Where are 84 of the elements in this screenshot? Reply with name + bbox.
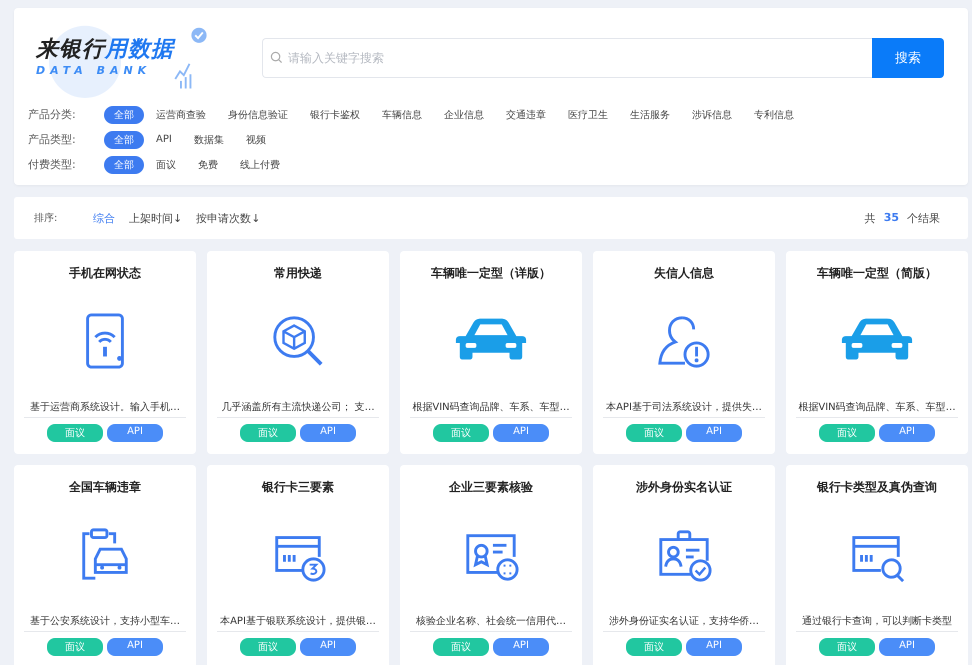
filter-option[interactable]: 全部 bbox=[104, 156, 144, 174]
card-title: 银行卡类型及真伪查询 bbox=[817, 479, 937, 496]
filter-option[interactable]: 交通违章 bbox=[506, 106, 546, 124]
filter-option[interactable]: 免费 bbox=[198, 156, 218, 174]
filter-option[interactable]: 运营商查验 bbox=[156, 106, 206, 124]
sort-option[interactable]: 上架时间↓ bbox=[126, 208, 186, 228]
card-tag: 面议 bbox=[433, 638, 489, 656]
filter-label: 产品类型: bbox=[28, 132, 77, 147]
card-title: 涉外身份实名认证 bbox=[636, 479, 732, 496]
result-prefix: 共 bbox=[864, 210, 876, 226]
filter-option[interactable]: 车辆信息 bbox=[382, 106, 422, 124]
card-title: 车辆唯一定型（简版） bbox=[817, 265, 937, 282]
filter-option[interactable]: 数据集 bbox=[194, 130, 224, 148]
card-tag: API bbox=[107, 638, 163, 656]
filter-label: 付费类型: bbox=[28, 157, 77, 172]
card-description: 根据VIN码查询品牌、车系、车型… bbox=[410, 400, 572, 418]
card-tag: API bbox=[493, 638, 549, 656]
card-tag: 面议 bbox=[47, 424, 103, 442]
card-tag: 面议 bbox=[626, 638, 682, 656]
card-tag: API bbox=[493, 424, 549, 442]
card-tag: 面议 bbox=[626, 424, 682, 442]
product-card[interactable]: 手机在网状态 基于运营商系统设计。输入手机… 面议 API bbox=[14, 251, 196, 454]
card-tag: API bbox=[300, 424, 356, 442]
card-title: 企业三要素核验 bbox=[449, 479, 533, 496]
product-card[interactable]: 车辆唯一定型（详版） 根据VIN码查询品牌、车系、车型… 面议 API bbox=[400, 251, 582, 454]
product-card[interactable]: 失信人信息 本API基于司法系统设计，提供失… 面议 API bbox=[593, 251, 775, 454]
filter-option[interactable]: 生活服务 bbox=[630, 106, 670, 124]
product-card[interactable]: 车辆唯一定型（简版） 根据VIN码查询品牌、车系、车型… 面议 API bbox=[786, 251, 968, 454]
filter-option[interactable]: 企业信息 bbox=[444, 106, 484, 124]
card-description: 基于公安系统设计，支持小型车… bbox=[24, 614, 186, 632]
card-tag: 面议 bbox=[47, 638, 103, 656]
product-card[interactable]: 银行卡类型及真伪查询 通过银行卡查询，可以判断卡类型 面议 API bbox=[786, 465, 968, 665]
card-description: 涉外身份证实名认证，支持华侨… bbox=[603, 614, 765, 632]
product-card[interactable]: 银行卡三要素 本API基于银联系统设计，提供银… 面议 API bbox=[207, 465, 389, 665]
filter-option[interactable]: 身份信息验证 bbox=[228, 106, 288, 124]
filter-label: 产品分类: bbox=[28, 107, 77, 122]
card-description: 本API基于银联系统设计，提供银… bbox=[217, 614, 379, 632]
card-title: 失信人信息 bbox=[654, 265, 714, 282]
sort-label: 排序: bbox=[34, 212, 58, 225]
product-card[interactable]: 常用快递 几乎涵盖所有主流快递公司； 支… 面议 API bbox=[207, 251, 389, 454]
card-title: 车辆唯一定型（详版） bbox=[431, 265, 551, 282]
result-count: 35 bbox=[884, 210, 899, 226]
card-description: 根据VIN码查询品牌、车系、车型… bbox=[796, 400, 958, 418]
filter-option[interactable]: 医疗卫生 bbox=[568, 106, 608, 124]
card-tag: API bbox=[686, 638, 742, 656]
logo-subtitle: DATA BANK bbox=[36, 64, 152, 77]
filter-option[interactable]: 银行卡鉴权 bbox=[310, 106, 360, 124]
filter-option[interactable]: 视频 bbox=[246, 130, 266, 148]
card-tag: API bbox=[879, 638, 935, 656]
filter-option[interactable]: 线上付费 bbox=[240, 156, 280, 174]
filter-option[interactable]: 面议 bbox=[156, 156, 176, 174]
search-icon bbox=[270, 51, 283, 64]
search-field[interactable]: 请输入关键字搜索 bbox=[262, 38, 872, 78]
card-tag: 面议 bbox=[433, 424, 489, 442]
card-tag: API bbox=[686, 424, 742, 442]
card-description: 几乎涵盖所有主流快递公司； 支… bbox=[217, 400, 379, 418]
filter-option[interactable]: 全部 bbox=[104, 130, 144, 148]
card-description: 本API基于司法系统设计，提供失… bbox=[603, 400, 765, 418]
product-card[interactable]: 企业三要素核验 核验企业名称、社会统一信用代… 面议 API bbox=[400, 465, 582, 665]
filter-option[interactable]: 专利信息 bbox=[754, 106, 794, 124]
filter-option[interactable]: 涉诉信息 bbox=[692, 106, 732, 124]
card-tag: 面议 bbox=[819, 638, 875, 656]
card-tag: API bbox=[300, 638, 356, 656]
card-description: 核验企业名称、社会统一信用代… bbox=[410, 614, 572, 632]
card-tag: API bbox=[107, 424, 163, 442]
card-title: 银行卡三要素 bbox=[262, 479, 334, 496]
product-card[interactable]: 全国车辆违章 基于公安系统设计，支持小型车… 面议 API bbox=[14, 465, 196, 665]
product-card[interactable]: 涉外身份实名认证 涉外身份证实名认证，支持华侨… 面议 API bbox=[593, 465, 775, 665]
card-title: 手机在网状态 bbox=[69, 265, 141, 282]
logo-title: 来银行用数据 bbox=[36, 36, 174, 64]
card-tag: 面议 bbox=[240, 638, 296, 656]
card-title: 全国车辆违章 bbox=[69, 479, 141, 496]
card-tag: API bbox=[879, 424, 935, 442]
search-button[interactable]: 搜索 bbox=[872, 38, 944, 78]
sort-option[interactable]: 按申请次数↓ bbox=[193, 208, 264, 228]
filter-option[interactable]: 全部 bbox=[104, 106, 144, 124]
card-tag: 面议 bbox=[819, 424, 875, 442]
card-description: 通过银行卡查询，可以判断卡类型 bbox=[796, 614, 958, 632]
sort-option[interactable]: 综合 bbox=[90, 208, 118, 228]
card-title: 常用快递 bbox=[274, 265, 322, 282]
result-suffix: 个结果 bbox=[907, 210, 940, 226]
card-tag: 面议 bbox=[240, 424, 296, 442]
filter-option[interactable]: API bbox=[156, 132, 172, 147]
card-description: 基于运营商系统设计。输入手机… bbox=[24, 400, 186, 418]
